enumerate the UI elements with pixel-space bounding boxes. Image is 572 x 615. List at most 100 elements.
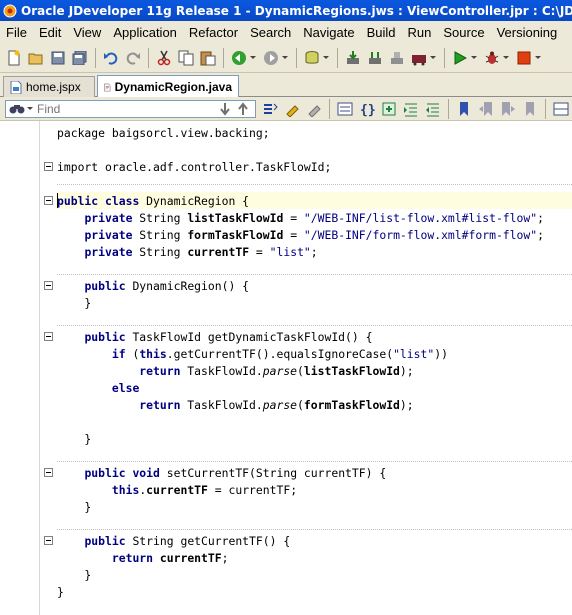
braces-icon[interactable]: {} <box>359 101 375 117</box>
next-bookmark-icon[interactable] <box>500 101 516 117</box>
menu-source[interactable]: Source <box>437 25 490 40</box>
find-next-icon[interactable] <box>236 101 250 119</box>
menu-application[interactable]: Application <box>107 25 183 40</box>
open-folder-icon[interactable] <box>28 50 44 66</box>
menu-versioning[interactable]: Versioning <box>491 25 564 40</box>
method-separator <box>57 529 572 530</box>
toolbar-separator <box>95 47 96 68</box>
deploy-icon[interactable] <box>411 50 427 66</box>
fold-toggle[interactable] <box>44 162 53 171</box>
main-toolbar <box>0 43 572 73</box>
code-line: } <box>57 585 64 599</box>
menu-refactor[interactable]: Refactor <box>183 25 244 40</box>
svg-text:{}: {} <box>360 103 375 117</box>
menu-edit[interactable]: Edit <box>33 25 67 40</box>
text-caret <box>57 193 58 208</box>
code-line: public TaskFlowId getDynamicTaskFlowId()… <box>84 330 373 344</box>
tab-dynamicregion-java[interactable]: DynamicRegion.java <box>97 75 239 98</box>
clear-bookmarks-icon[interactable] <box>522 101 538 117</box>
fold-toggle[interactable] <box>44 196 53 205</box>
menu-run[interactable]: Run <box>402 25 438 40</box>
run-icon[interactable] <box>452 50 468 66</box>
tab-label: home.jspx <box>26 80 81 94</box>
chevron-down-icon[interactable] <box>250 56 256 59</box>
chevron-down-icon[interactable] <box>503 56 509 59</box>
code-line: private String listTaskFlowId = "/WEB-IN… <box>84 211 544 225</box>
chevron-down-icon[interactable] <box>430 56 436 59</box>
chevron-down-icon[interactable] <box>323 56 329 59</box>
chevron-down-icon[interactable] <box>535 56 541 59</box>
toolbar-separator <box>329 98 330 119</box>
find-input[interactable] <box>35 101 209 116</box>
java-file-icon <box>104 83 111 91</box>
code-line: public void setCurrentTF(String currentT… <box>84 466 387 480</box>
incremental-search-icon[interactable] <box>262 101 278 117</box>
method-separator <box>57 184 572 185</box>
code-line: else <box>111 381 140 395</box>
forward-icon[interactable] <box>263 50 279 66</box>
back-icon[interactable] <box>231 50 247 66</box>
menu-bar: File Edit View Application Refactor Sear… <box>0 21 572 43</box>
find-toolbar: {} <box>0 97 572 121</box>
fold-toggle[interactable] <box>44 468 53 477</box>
sql-worksheet-icon[interactable] <box>304 50 320 66</box>
code-line: public class DynamicRegion { <box>57 194 250 208</box>
code-line: if (this.getCurrentTF().equalsIgnoreCase… <box>111 347 448 361</box>
code-line: } <box>57 432 92 446</box>
binoculars-icon[interactable] <box>9 103 25 115</box>
toggle-line-comment-icon[interactable] <box>337 101 353 117</box>
cut-icon[interactable] <box>156 50 172 66</box>
terminate-icon[interactable] <box>516 50 532 66</box>
previous-bookmark-icon[interactable] <box>478 101 494 117</box>
fold-toggle[interactable] <box>44 281 53 290</box>
title-bar: Oracle JDeveloper 11g Release 1 - Dynami… <box>0 0 572 21</box>
menu-navigate[interactable]: Navigate <box>297 25 360 40</box>
menu-build[interactable]: Build <box>361 25 402 40</box>
line-gutter[interactable] <box>0 121 40 615</box>
menu-view[interactable]: View <box>67 25 107 40</box>
unindent-icon[interactable] <box>425 101 441 117</box>
code-line: } <box>57 296 92 310</box>
menu-file[interactable]: File <box>0 25 33 40</box>
window-title: Oracle JDeveloper 11g Release 1 - Dynami… <box>21 3 572 18</box>
tab-home-jspx[interactable]: home.jspx <box>3 76 95 97</box>
toolbar-separator <box>296 47 297 68</box>
code-line: package baigsorcl.view.backing; <box>57 126 270 140</box>
redo-icon[interactable] <box>125 50 141 66</box>
tab-label: DynamicRegion.java <box>114 80 232 94</box>
new-file-icon[interactable] <box>6 50 22 66</box>
clean-icon[interactable] <box>389 50 405 66</box>
fold-toggle[interactable] <box>44 332 53 341</box>
code-line: return currentTF; <box>111 551 229 565</box>
code-line: return TaskFlowId.parse(formTaskFlowId); <box>139 398 414 412</box>
make-icon[interactable] <box>345 50 361 66</box>
code-line: } <box>57 568 92 582</box>
debug-icon[interactable] <box>484 50 500 66</box>
undo-icon[interactable] <box>103 50 119 66</box>
toggle-bookmark-icon[interactable] <box>456 101 472 117</box>
toolbar-separator <box>545 98 546 119</box>
copy-icon[interactable] <box>178 50 194 66</box>
toolbar-separator <box>337 47 338 68</box>
save-icon[interactable] <box>50 50 66 66</box>
save-all-icon[interactable] <box>72 50 88 66</box>
toolbar-separator <box>444 47 445 68</box>
chevron-down-icon[interactable] <box>282 56 288 59</box>
chevron-down-icon[interactable] <box>27 107 33 110</box>
code-editor[interactable]: package baigsorcl.view.backing; import o… <box>0 121 572 615</box>
reformat-icon[interactable] <box>381 101 397 117</box>
toolbar-separator <box>148 47 149 68</box>
chevron-down-icon[interactable] <box>471 56 477 59</box>
find-previous-icon[interactable] <box>218 102 232 119</box>
paste-icon[interactable] <box>200 50 216 66</box>
code-line: public String getCurrentTF() { <box>84 534 291 548</box>
code-line: import oracle.adf.controller.TaskFlowId; <box>57 160 332 174</box>
menu-search[interactable]: Search <box>244 25 297 40</box>
rebuild-icon[interactable] <box>367 50 383 66</box>
split-editor-icon[interactable] <box>553 101 569 117</box>
clear-highlight-icon[interactable] <box>306 101 322 117</box>
fold-toggle[interactable] <box>44 536 53 545</box>
indent-icon[interactable] <box>403 101 419 117</box>
highlight-icon[interactable] <box>284 101 300 117</box>
code-line: this.currentTF = currentTF; <box>111 483 298 497</box>
